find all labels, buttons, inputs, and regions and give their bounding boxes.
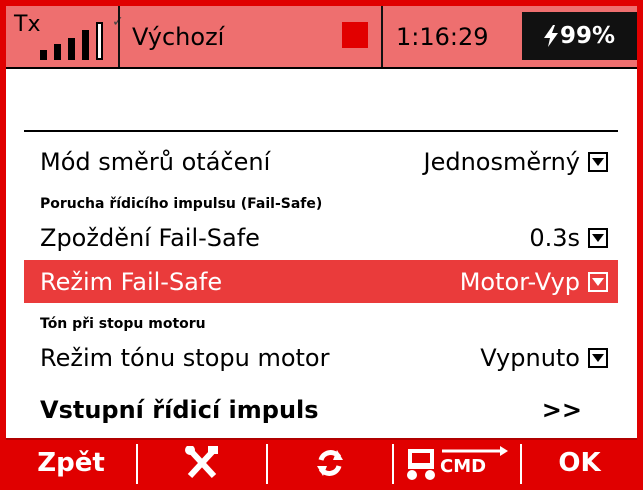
row-direction-mode[interactable]: Mód směrů otáčení Jednosměrný	[24, 140, 618, 183]
row-value: Jednosměrný	[423, 147, 580, 176]
ok-button[interactable]: OK	[522, 440, 637, 486]
dropdown-arrow-icon[interactable]	[588, 227, 608, 248]
divider	[24, 130, 618, 132]
refresh-icon	[317, 450, 343, 476]
row-label: Režim tónu stopu motor	[40, 343, 330, 372]
row-label: Mód směrů otáčení	[40, 147, 271, 176]
refresh-button[interactable]	[268, 440, 392, 486]
cmd-label: CMD	[440, 456, 487, 477]
record-indicator	[342, 22, 368, 48]
bottom-toolbar: Zpět CMD OK	[6, 438, 637, 486]
row-failsafe-delay[interactable]: Zpoždění Fail-Safe 0.3s	[24, 216, 618, 259]
submenu-arrow: >>	[541, 395, 582, 424]
row-value: 0.3s	[529, 223, 580, 252]
timer: 1:16:29	[396, 6, 506, 67]
status-bar: Tx ✓ Výchozí 1:16:29 99%	[6, 6, 637, 69]
tx-signal: Tx ✓	[14, 6, 124, 67]
tx-label: Tx	[14, 12, 41, 37]
ok-label: OK	[558, 448, 601, 478]
row-stop-tone[interactable]: Režim tónu stopu motor Vypnuto	[24, 336, 618, 379]
tools-icon	[185, 446, 218, 479]
tools-button[interactable]	[138, 440, 266, 486]
row-value: Motor-Vyp	[459, 267, 580, 296]
lightning-icon	[543, 25, 558, 47]
section-tone: Tón při stopu motoru	[40, 316, 206, 332]
timer-label: 1:16:29	[396, 22, 489, 51]
row-label: Zpoždění Fail-Safe	[40, 223, 260, 252]
profile-label: Výchozí	[132, 22, 225, 51]
profile-name: Výchozí	[130, 6, 372, 67]
row-label: Režim Fail-Safe	[40, 267, 223, 296]
row-failsafe-mode[interactable]: Režim Fail-Safe Motor-Vyp	[24, 260, 618, 303]
dropdown-arrow-icon[interactable]	[588, 347, 608, 368]
back-label: Zpět	[37, 448, 105, 478]
battery-level: 99%	[559, 23, 616, 49]
dropdown-arrow-icon[interactable]	[588, 151, 608, 172]
row-value: Vypnuto	[480, 343, 580, 372]
dropdown-arrow-icon[interactable]	[588, 271, 608, 292]
row-label: Vstupní řídicí impuls	[40, 395, 319, 424]
row-input-signal[interactable]: Vstupní řídicí impuls >>	[24, 388, 618, 431]
signal-bars-icon	[40, 16, 118, 60]
battery-indicator: 99%	[522, 12, 637, 60]
back-button[interactable]: Zpět	[6, 440, 136, 486]
section-failsafe: Porucha řídicího impulsu (Fail-Safe)	[40, 196, 323, 212]
cmd-button[interactable]: CMD	[394, 440, 520, 486]
